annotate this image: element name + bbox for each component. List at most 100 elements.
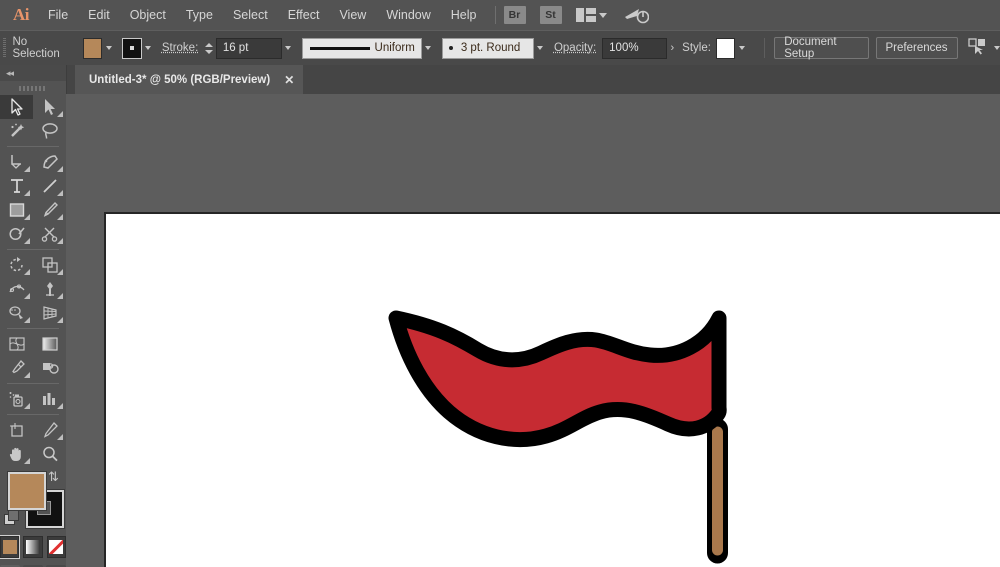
color-mode-button[interactable] bbox=[0, 536, 19, 558]
fill-chevron-down-icon[interactable] bbox=[102, 39, 115, 58]
brush-definition-value: 3 pt. Round bbox=[461, 42, 520, 54]
document-tab[interactable]: Untitled-3* @ 50% (RGB/Preview) ✕ bbox=[75, 65, 303, 94]
shaper-tool[interactable] bbox=[0, 222, 33, 246]
style-label: Style: bbox=[682, 42, 711, 54]
brush-chevron-down-icon[interactable] bbox=[534, 39, 547, 58]
tools-panel: ◂◂ bbox=[0, 65, 67, 567]
stroke-weight-chevron-down-icon[interactable] bbox=[282, 39, 295, 58]
selection-tool[interactable] bbox=[0, 95, 33, 119]
scale-tool[interactable] bbox=[33, 253, 66, 277]
stroke-profile-select[interactable]: Uniform bbox=[302, 38, 422, 59]
select-similar-objects-icon[interactable] bbox=[968, 37, 988, 60]
hand-tool[interactable] bbox=[0, 442, 33, 466]
document-tab-title: Untitled-3* @ 50% (RGB/Preview) bbox=[89, 74, 270, 86]
mesh-tool[interactable] bbox=[0, 332, 33, 356]
menu-object[interactable]: Object bbox=[120, 0, 176, 30]
document-setup-button[interactable]: Document Setup bbox=[774, 37, 868, 59]
menu-bar: Ai File Edit Object Type Select Effect V… bbox=[0, 0, 1000, 30]
stroke-weight-input[interactable]: 16 pt bbox=[216, 38, 282, 59]
stroke-chevron-down-icon[interactable] bbox=[142, 39, 155, 58]
zoom-tool[interactable] bbox=[33, 442, 66, 466]
tools-group-transform bbox=[0, 253, 66, 325]
scissors-tool[interactable] bbox=[33, 222, 66, 246]
document-tab-bar: Untitled-3* @ 50% (RGB/Preview) ✕ bbox=[66, 65, 1000, 95]
gradient-mode-button[interactable] bbox=[23, 536, 42, 558]
free-transform-tool[interactable] bbox=[33, 277, 66, 301]
blend-tool[interactable] bbox=[33, 356, 66, 380]
eyedropper-tool[interactable] bbox=[0, 356, 33, 380]
type-tool[interactable] bbox=[0, 174, 33, 198]
stroke-weight-stepper[interactable] bbox=[204, 39, 214, 58]
stroke-color-swatch[interactable] bbox=[122, 38, 141, 59]
stock-button[interactable]: St bbox=[540, 6, 562, 24]
tools-panel-grip[interactable] bbox=[0, 81, 66, 95]
graphic-style-swatch[interactable] bbox=[716, 38, 735, 59]
arrange-documents-icon[interactable] bbox=[576, 8, 596, 22]
shape-builder-tool[interactable] bbox=[0, 301, 33, 325]
fill-proxy-swatch[interactable] bbox=[8, 472, 46, 510]
illustrator-window: Ai File Edit Object Type Select Effect V… bbox=[0, 0, 1000, 567]
style-chevron-down-icon[interactable] bbox=[735, 39, 748, 58]
width-tool[interactable] bbox=[0, 277, 33, 301]
artwork-red-flag[interactable] bbox=[106, 214, 1000, 567]
menu-effect[interactable]: Effect bbox=[278, 0, 330, 30]
tools-divider bbox=[7, 146, 59, 147]
opacity-expand-icon[interactable]: › bbox=[671, 42, 675, 54]
line-segment-tool[interactable] bbox=[33, 174, 66, 198]
pen-tool[interactable] bbox=[0, 150, 33, 174]
swap-fill-stroke-icon[interactable]: ⇅ bbox=[48, 470, 62, 484]
lasso-tool[interactable] bbox=[33, 119, 66, 143]
stroke-profile-value: Uniform bbox=[375, 42, 415, 54]
menu-edit[interactable]: Edit bbox=[78, 0, 120, 30]
tools-group-view bbox=[0, 418, 66, 466]
column-graph-tool[interactable] bbox=[33, 387, 66, 411]
symbol-sprayer-tool[interactable] bbox=[0, 387, 33, 411]
menu-select[interactable]: Select bbox=[223, 0, 278, 30]
gradient-tool[interactable] bbox=[33, 332, 66, 356]
default-fill-stroke-icon[interactable] bbox=[4, 510, 18, 524]
menu-divider bbox=[495, 6, 496, 24]
paintbrush-tool[interactable] bbox=[33, 198, 66, 222]
tools-divider bbox=[7, 328, 59, 329]
select-similar-chevron-down-icon[interactable] bbox=[994, 46, 1000, 50]
canvas-area[interactable] bbox=[66, 94, 1000, 567]
control-bar-grip[interactable] bbox=[3, 38, 6, 58]
none-mode-button[interactable] bbox=[47, 536, 66, 558]
rotate-tool[interactable] bbox=[0, 253, 33, 277]
tools-group-selection bbox=[0, 95, 66, 143]
arrange-chevron-down-icon[interactable] bbox=[599, 13, 607, 18]
stroke-profile-preview-icon bbox=[310, 47, 370, 50]
sync-settings-icon[interactable] bbox=[623, 6, 649, 24]
preferences-button[interactable]: Preferences bbox=[876, 37, 958, 59]
bridge-button[interactable]: Br bbox=[504, 6, 526, 24]
control-bar-divider bbox=[764, 38, 765, 58]
perspective-grid-tool[interactable] bbox=[33, 301, 66, 325]
stroke-profile-chevron-down-icon[interactable] bbox=[422, 39, 435, 58]
menu-window[interactable]: Window bbox=[376, 0, 440, 30]
curvature-tool[interactable] bbox=[33, 150, 66, 174]
rectangle-tool[interactable] bbox=[0, 198, 33, 222]
opacity-input[interactable]: 100% bbox=[602, 38, 666, 59]
close-icon[interactable]: ✕ bbox=[284, 74, 294, 86]
artboard-tool[interactable] bbox=[0, 418, 33, 442]
menu-type[interactable]: Type bbox=[176, 0, 223, 30]
tools-collapse-icon[interactable]: ◂◂ bbox=[0, 65, 66, 81]
stroke-weight-label[interactable]: Stroke: bbox=[162, 42, 198, 54]
selection-status-label: No Selection bbox=[12, 36, 69, 60]
brush-definition-select[interactable]: 3 pt. Round bbox=[442, 38, 534, 59]
fill-color-swatch[interactable] bbox=[83, 38, 102, 59]
menu-file[interactable]: File bbox=[38, 0, 78, 30]
menu-view[interactable]: View bbox=[329, 0, 376, 30]
opacity-label[interactable]: Opacity: bbox=[554, 42, 596, 54]
brush-preview-icon bbox=[449, 46, 453, 50]
menu-help[interactable]: Help bbox=[441, 0, 487, 30]
direct-selection-tool[interactable] bbox=[33, 95, 66, 119]
slice-tool[interactable] bbox=[33, 418, 66, 442]
fill-stroke-proxy: ⇅ bbox=[0, 470, 66, 532]
control-bar: No Selection Stroke: 16 pt Uniform 3 pt.… bbox=[0, 30, 1000, 66]
artboard[interactable] bbox=[104, 212, 1000, 567]
magic-wand-tool[interactable] bbox=[0, 119, 33, 143]
tools-divider bbox=[7, 249, 59, 250]
tools-group-draw bbox=[0, 150, 66, 246]
tools-group-paint bbox=[0, 332, 66, 380]
